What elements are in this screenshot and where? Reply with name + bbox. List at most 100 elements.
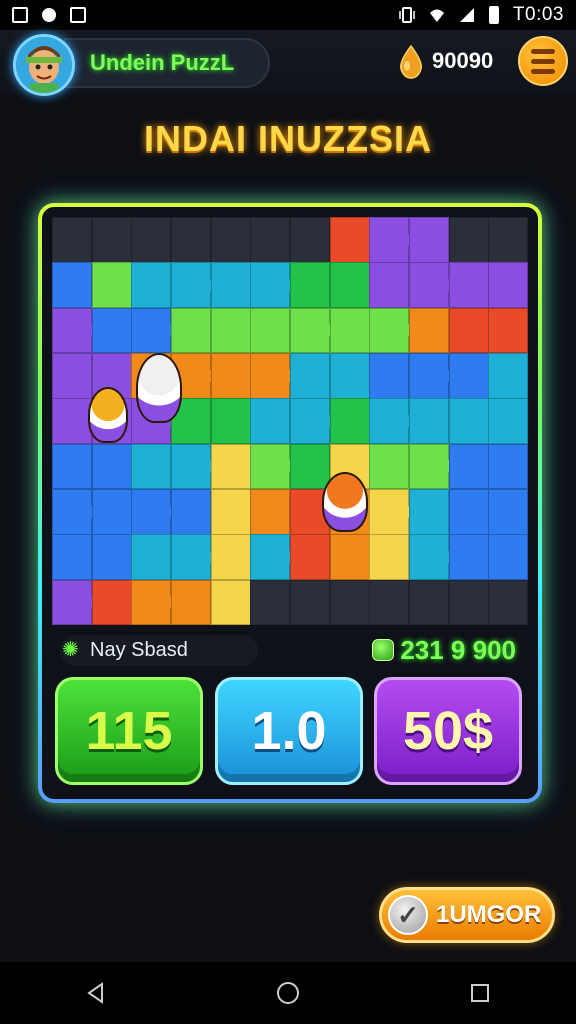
puzzle-piece[interactable]	[448, 398, 495, 445]
puzzle-piece[interactable]	[448, 307, 495, 354]
puzzle-piece[interactable]	[250, 443, 297, 490]
puzzle-piece[interactable]	[448, 443, 489, 490]
puzzle-piece[interactable]	[290, 353, 331, 399]
avatar[interactable]	[13, 34, 75, 96]
puzzle-piece[interactable]	[369, 262, 410, 309]
puzzle-piece[interactable]	[250, 307, 291, 354]
puzzle-piece[interactable]	[52, 262, 93, 309]
puzzle-piece[interactable]	[52, 307, 99, 354]
back-icon	[87, 982, 103, 1004]
puzzle-piece[interactable]	[329, 262, 376, 309]
puzzle-piece[interactable]	[210, 307, 257, 354]
puzzle-piece[interactable]	[210, 579, 257, 625]
puzzle-piece[interactable]	[329, 217, 370, 263]
puzzle-piece[interactable]	[171, 489, 212, 535]
back-button[interactable]	[76, 973, 116, 1013]
puzzle-piece[interactable]	[488, 353, 528, 399]
puzzle-piece[interactable]	[52, 353, 93, 399]
action-label: 1UMGOR	[436, 901, 542, 928]
puzzle-piece[interactable]	[250, 353, 297, 399]
puzzle-piece[interactable]	[210, 489, 257, 535]
puzzle-piece[interactable]	[210, 398, 257, 445]
puzzle-piece[interactable]	[131, 534, 172, 581]
puzzle-piece[interactable]	[409, 262, 456, 309]
puzzle-piece[interactable]	[210, 534, 251, 581]
puzzle-piece[interactable]	[290, 262, 331, 309]
puzzle-piece[interactable]	[488, 307, 528, 354]
puzzle-piece[interactable]	[91, 534, 138, 581]
home-button[interactable]	[268, 973, 308, 1013]
puzzle-piece[interactable]	[488, 443, 528, 490]
puzzle-piece[interactable]	[131, 489, 178, 535]
info-label: Nay Sbasd	[90, 638, 188, 661]
puzzle-piece[interactable]	[131, 443, 172, 490]
puzzle-piece[interactable]	[488, 262, 528, 309]
score-group: 231 9 900	[372, 635, 516, 666]
puzzle-piece[interactable]	[91, 489, 132, 535]
puzzle-piece[interactable]	[369, 353, 410, 399]
status-left	[12, 7, 86, 23]
action-button[interactable]: ✓ 1UMGOR	[379, 887, 555, 943]
puzzle-piece[interactable]	[171, 262, 218, 309]
puzzle-piece[interactable]	[448, 489, 495, 535]
puzzle-piece[interactable]	[131, 262, 172, 309]
puzzle-piece[interactable]	[171, 579, 212, 625]
puzzle-piece[interactable]	[52, 534, 93, 581]
blue-value-button[interactable]: 1.0	[215, 677, 363, 785]
puzzle-piece[interactable]	[329, 398, 370, 445]
puzzle-piece[interactable]	[409, 353, 456, 399]
puzzle-piece[interactable]	[448, 353, 489, 399]
puzzle-piece[interactable]	[369, 489, 416, 535]
puzzle-piece[interactable]	[488, 534, 528, 581]
puzzle-piece[interactable]	[329, 353, 376, 399]
puzzle-piece[interactable]	[329, 534, 376, 581]
puzzle-piece[interactable]	[171, 534, 218, 581]
puzzle-piece[interactable]	[369, 534, 410, 581]
puzzle-piece[interactable]	[290, 443, 331, 490]
puzzle-piece[interactable]	[91, 307, 132, 354]
puzzle-piece[interactable]	[171, 307, 212, 354]
puzzle-piece[interactable]	[448, 262, 489, 309]
puzzle-piece[interactable]	[290, 398, 337, 445]
puzzle-piece[interactable]	[488, 398, 528, 445]
puzzle-piece[interactable]	[250, 489, 291, 535]
puzzle-piece[interactable]	[210, 443, 251, 490]
puzzle-piece[interactable]	[131, 307, 178, 354]
puzzle-piece[interactable]	[448, 534, 489, 581]
hamburger-icon	[531, 48, 555, 54]
puzzle-piece[interactable]	[409, 443, 456, 490]
puzzle-piece[interactable]	[329, 307, 370, 354]
puzzle-piece[interactable]	[52, 489, 99, 535]
puzzle-piece[interactable]	[290, 307, 337, 354]
puzzle-piece[interactable]	[210, 262, 251, 309]
score-value: 231 9 900	[400, 634, 516, 665]
puzzle-piece[interactable]	[91, 262, 138, 309]
puzzle-piece[interactable]	[171, 443, 218, 490]
puzzle-piece[interactable]	[369, 217, 416, 263]
puzzle-piece[interactable]	[131, 579, 178, 625]
puzzle-piece[interactable]	[91, 579, 132, 625]
puzzle-piece[interactable]	[210, 353, 251, 399]
puzzle-piece[interactable]	[409, 489, 450, 535]
puzzle-piece[interactable]	[250, 262, 297, 309]
puzzle-piece[interactable]	[369, 307, 416, 354]
puzzle-piece[interactable]	[250, 398, 291, 445]
puzzle-piece[interactable]	[369, 443, 410, 490]
puzzle-piece[interactable]	[369, 398, 416, 445]
puzzle-piece[interactable]	[409, 307, 450, 354]
purple-value-button[interactable]: 50$	[374, 677, 522, 785]
recents-button[interactable]	[460, 973, 500, 1013]
puzzle-piece[interactable]	[409, 534, 456, 581]
green-value-button[interactable]: 115	[55, 677, 203, 785]
puzzle-piece[interactable]	[409, 398, 450, 445]
puzzle-piece[interactable]	[290, 534, 331, 581]
puzzle-piece[interactable]	[52, 579, 99, 625]
puzzle-piece[interactable]	[52, 398, 99, 445]
menu-button[interactable]	[518, 36, 568, 86]
puzzle-piece[interactable]	[409, 217, 450, 263]
puzzle-piece[interactable]	[52, 443, 93, 490]
puzzle-board[interactable]	[52, 217, 528, 625]
puzzle-piece[interactable]	[488, 489, 528, 535]
puzzle-piece[interactable]	[250, 534, 297, 581]
puzzle-piece[interactable]	[91, 443, 138, 490]
